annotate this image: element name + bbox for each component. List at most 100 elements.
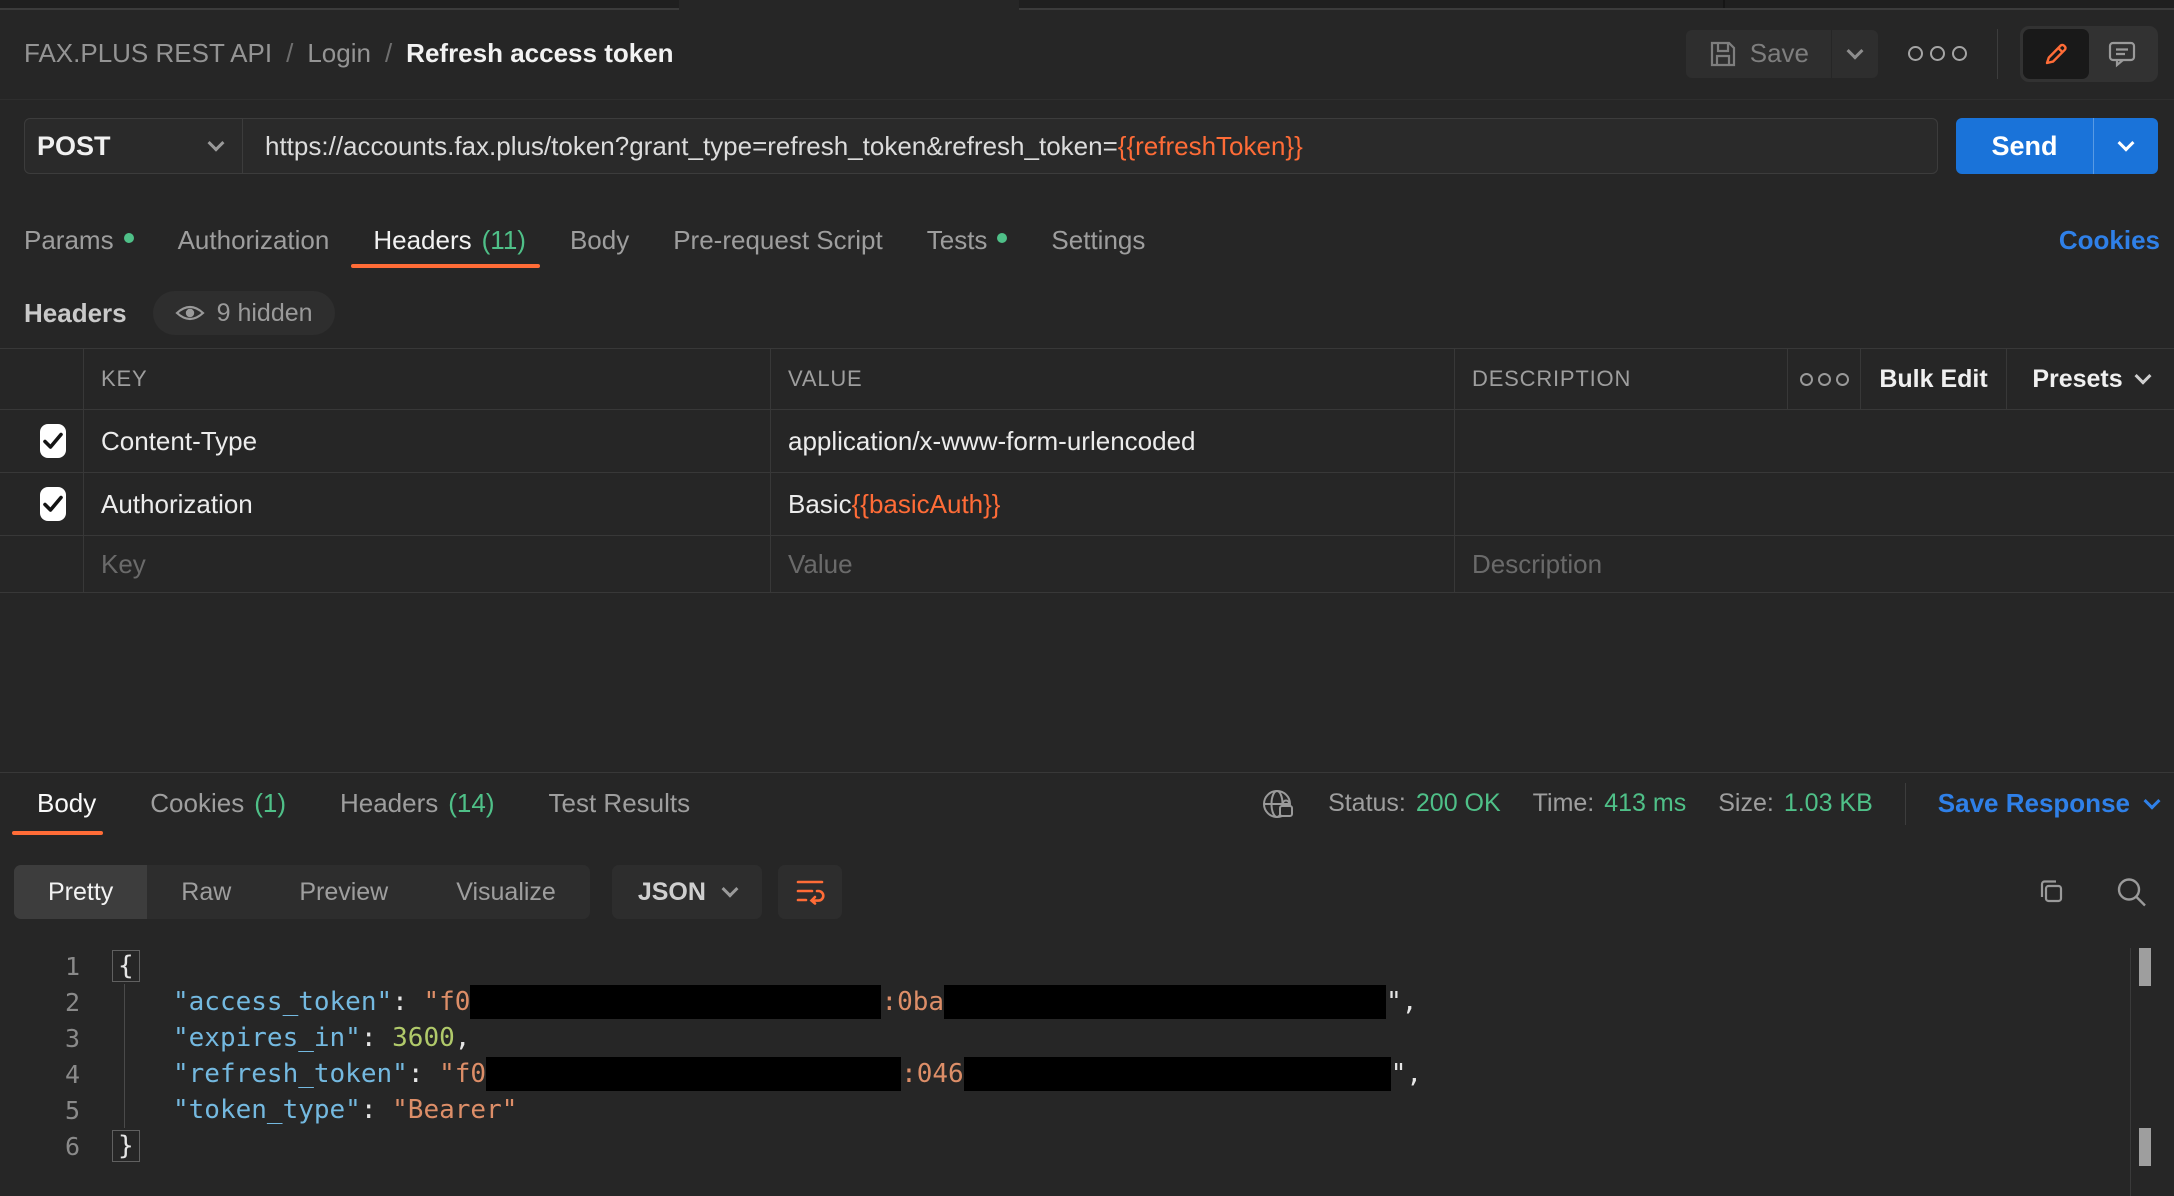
view-tab-raw[interactable]: Raw <box>147 865 265 919</box>
unsaved-dot-icon <box>997 233 1007 243</box>
breadcrumb-separator: / <box>286 38 293 69</box>
method-label: POST <box>37 131 111 162</box>
tab-authorization[interactable]: Authorization <box>156 212 352 268</box>
code-content: "token_type": "Bearer" <box>118 1095 517 1125</box>
row-checkbox-cell <box>0 536 83 592</box>
breadcrumb-collection[interactable]: FAX.PLUS REST API <box>24 38 272 69</box>
language-dropdown[interactable]: JSON <box>612 865 762 919</box>
presets-dropdown[interactable]: Presets <box>2006 349 2174 409</box>
fold-marker[interactable]: } <box>112 1130 140 1162</box>
value-input[interactable]: Value <box>770 536 1454 592</box>
editor-scrollbar-thumb[interactable] <box>2139 948 2151 986</box>
tab-tests[interactable]: Tests <box>905 212 1030 268</box>
header-value-cell[interactable]: Basic {{basicAuth}} <box>770 473 1454 535</box>
key-input[interactable]: Key <box>83 536 770 592</box>
response-meta: Status:200 OKTime:413 msSize:1.03 KB Sav… <box>1260 783 2158 825</box>
response-body-editor: 1{2"access_token": "f0:0ba",3"expires_in… <box>0 930 2174 1196</box>
copy-response-button[interactable] <box>2024 865 2078 919</box>
code-line: 6} <box>0 1128 2174 1164</box>
more-actions-button[interactable] <box>1900 38 1975 69</box>
view-tab-visualize[interactable]: Visualize <box>422 865 590 919</box>
response-tab-body[interactable]: Body <box>10 773 123 835</box>
cookies-link[interactable]: Cookies <box>2059 225 2160 256</box>
tab-pre-request-script[interactable]: Pre-request Script <box>651 212 905 268</box>
url-input[interactable]: https://accounts.fax.plus/token?grant_ty… <box>243 119 1937 173</box>
request-tabs: Params Authorization Headers(11) Body Pre-re… <box>24 212 2160 268</box>
more-options-icon <box>1800 373 1849 386</box>
header-value-cell[interactable]: application/x-www-form-urlencoded <box>770 410 1454 472</box>
breadcrumb-folder[interactable]: Login <box>307 38 371 69</box>
tab-headers[interactable]: Headers(11) <box>351 212 548 268</box>
search-response-button[interactable] <box>2104 865 2158 919</box>
method-dropdown[interactable]: POST <box>25 119 243 173</box>
response-tab-test-results[interactable]: Test Results <box>522 773 718 835</box>
header-key-cell[interactable]: Authorization <box>83 473 770 535</box>
more-options-icon <box>1952 46 1967 61</box>
code-token: : <box>361 1095 392 1125</box>
unsaved-dot-icon <box>124 233 134 243</box>
panel-scrollbar-thumb[interactable] <box>2139 1128 2151 1166</box>
tab-label: Body <box>570 225 629 256</box>
line-number: 6 <box>0 1132 80 1161</box>
tab-body[interactable]: Body <box>548 212 651 268</box>
row-checkbox[interactable] <box>40 487 66 521</box>
scrollbar-track <box>2130 948 2174 1196</box>
headers-panel-title: Headers <box>24 298 127 329</box>
edit-mode-button[interactable] <box>2023 29 2089 79</box>
response-meta-values: Status:200 OKTime:413 msSize:1.03 KB <box>1328 789 1873 818</box>
code-token: :046 <box>901 1059 964 1089</box>
response-header: BodyCookies(1)Headers(14)Test Results St… <box>0 772 2174 834</box>
view-tab-pretty[interactable]: Pretty <box>14 865 147 919</box>
tab-settings[interactable]: Settings <box>1029 212 1167 268</box>
url-container: POST https://accounts.fax.plus/token?gra… <box>24 118 1938 174</box>
request-title: Refresh access token <box>406 38 673 69</box>
url-variable: {{refreshToken}} <box>1118 131 1303 162</box>
response-tab-cookies[interactable]: Cookies(1) <box>123 773 313 835</box>
send-split-button: Send <box>1956 118 2158 174</box>
tab-label: Authorization <box>178 225 330 256</box>
wrap-lines-button[interactable] <box>778 865 842 919</box>
save-options-button[interactable] <box>1831 30 1878 78</box>
comment-icon <box>2107 39 2137 69</box>
save-response-button[interactable]: Save Response <box>1938 788 2158 819</box>
send-options-button[interactable] <box>2093 118 2158 174</box>
row-checkbox[interactable] <box>40 424 66 458</box>
globe-lock-icon <box>1260 786 1296 822</box>
value-text: application/x-www-form-urlencoded <box>788 426 1196 457</box>
code-token: { <box>118 951 134 981</box>
response-tab-headers[interactable]: Headers(14) <box>313 773 522 835</box>
header-description-cell[interactable] <box>1454 473 2174 535</box>
line-number: 5 <box>0 1096 80 1125</box>
response-status: Status:200 OK <box>1328 789 1501 818</box>
divider <box>1905 783 1906 825</box>
redacted-token <box>964 1057 1391 1091</box>
hidden-headers-toggle[interactable]: 9 hidden <box>153 291 335 335</box>
chevron-down-icon <box>721 881 738 898</box>
code-token: : <box>392 987 423 1017</box>
send-button[interactable]: Send <box>1956 118 2093 174</box>
code-token: : <box>408 1059 439 1089</box>
bulk-edit-button[interactable]: Bulk Edit <box>1860 349 2006 409</box>
comments-button[interactable] <box>2089 29 2155 79</box>
description-input[interactable]: Description <box>1454 536 2174 592</box>
view-tab-preview[interactable]: Preview <box>265 865 422 919</box>
header-key-cell[interactable]: Content-Type <box>83 410 770 472</box>
code-token: , <box>455 1023 471 1053</box>
response-size: Size:1.03 KB <box>1718 789 1873 818</box>
language-label: JSON <box>638 878 706 907</box>
code-token: ", <box>1386 987 1417 1017</box>
divider <box>1997 29 1998 79</box>
tab-params[interactable]: Params <box>24 212 156 268</box>
save-button[interactable]: Save <box>1686 30 1831 78</box>
table-more-options-button[interactable] <box>1787 349 1860 409</box>
code-line: 1{ <box>0 948 2174 984</box>
indent-guide <box>124 984 125 1128</box>
response-view-tabs: PrettyRawPreviewVisualize <box>14 865 590 919</box>
copy-icon <box>2035 876 2067 908</box>
fold-marker[interactable]: { <box>112 950 140 982</box>
code-content: "access_token": "f0:0ba", <box>118 985 1417 1019</box>
header-description-cell[interactable] <box>1454 410 2174 472</box>
checkbox-column-header <box>0 349 83 409</box>
code-token: "f0 <box>423 987 470 1017</box>
value-text: Basic <box>788 489 852 520</box>
